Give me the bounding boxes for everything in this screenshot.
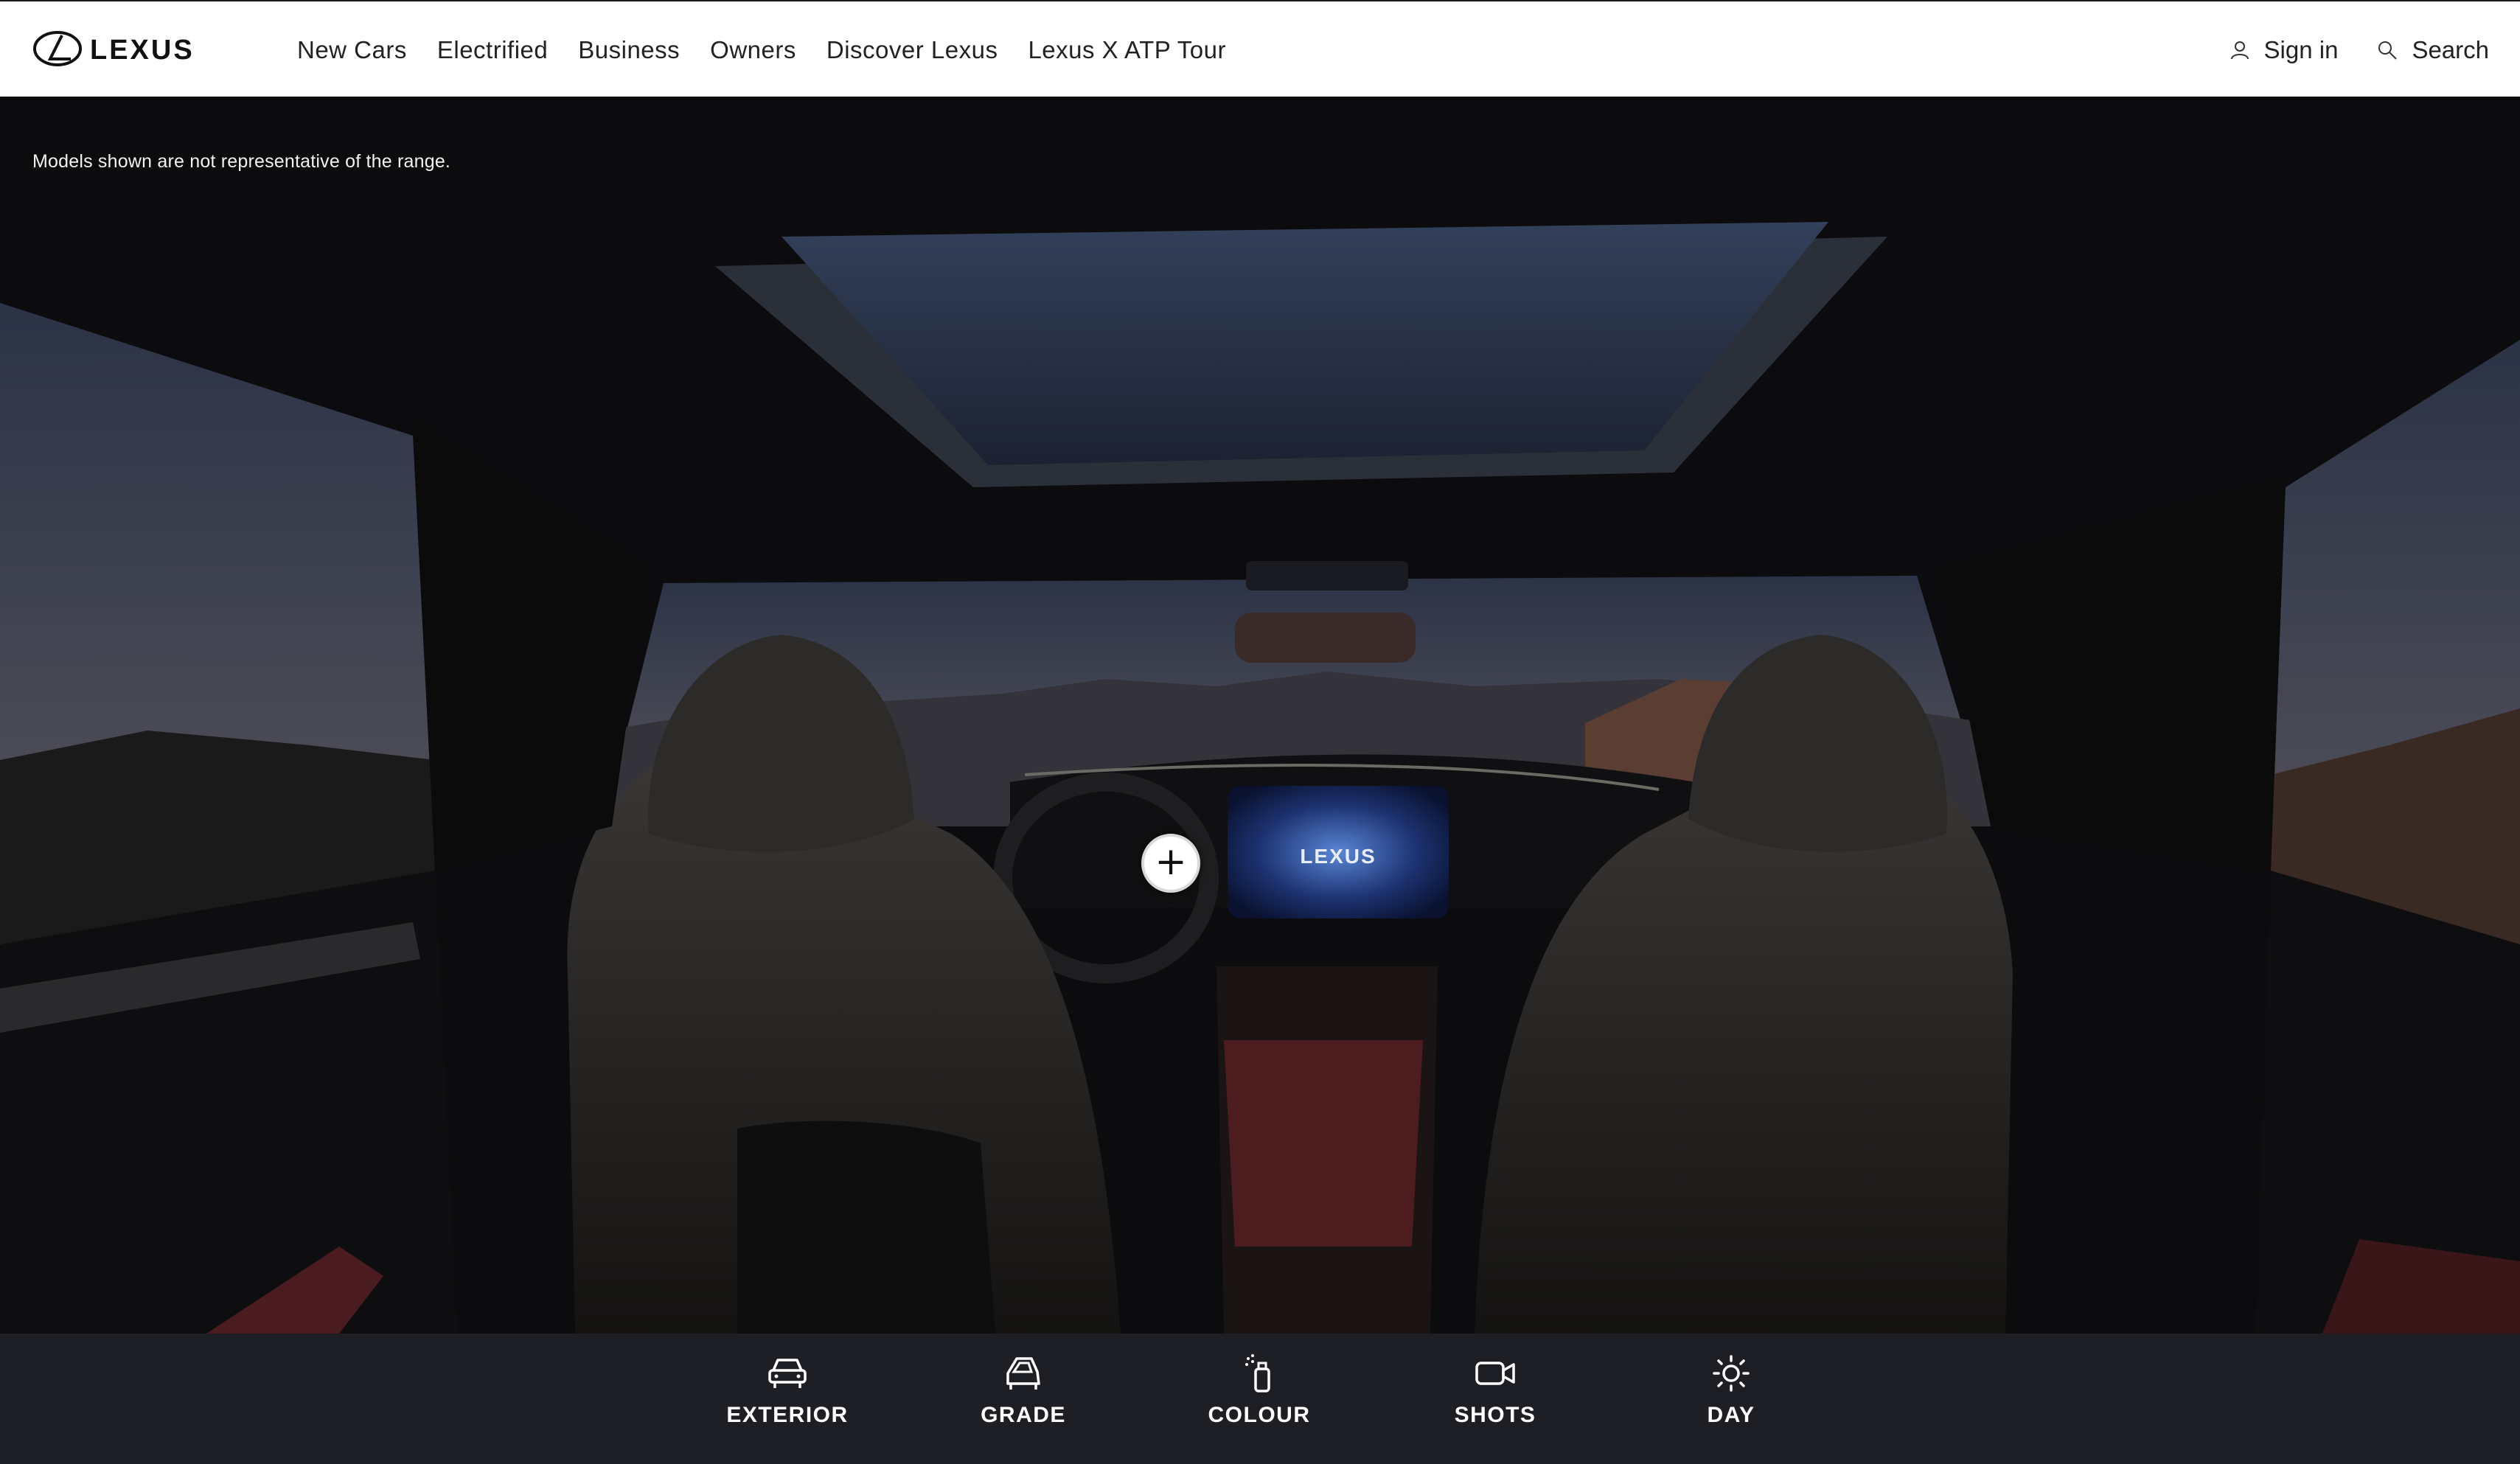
spray-paint-icon xyxy=(1245,1354,1270,1392)
main-nav: New Cars Electrified Business Owners Dis… xyxy=(297,1,1226,98)
exterior-label: EXTERIOR xyxy=(726,1403,849,1427)
colour-button[interactable]: COLOUR xyxy=(1186,1354,1333,1450)
nav-business[interactable]: Business xyxy=(578,36,680,64)
shots-button[interactable]: SHOTS xyxy=(1421,1354,1569,1450)
car-front-icon xyxy=(768,1359,807,1388)
colour-label: COLOUR xyxy=(1208,1403,1311,1427)
sun-icon xyxy=(1713,1355,1750,1392)
car-side-icon xyxy=(1006,1357,1040,1390)
car-interior-image: LEXUS xyxy=(0,97,2520,1334)
day-button[interactable]: DAY xyxy=(1657,1354,1805,1450)
search-icon xyxy=(2378,41,2398,60)
sign-in-button[interactable]: Sign in xyxy=(2229,35,2339,64)
nav-new-cars[interactable]: New Cars xyxy=(297,36,407,64)
exterior-button[interactable]: EXTERIOR xyxy=(714,1354,861,1450)
range-disclaimer: Models shown are not representative of t… xyxy=(32,151,451,172)
plus-icon: + xyxy=(1155,840,1187,884)
feature-hotspot-button[interactable]: + xyxy=(1141,834,1200,893)
grade-label: GRADE xyxy=(981,1403,1066,1427)
search-label: Search xyxy=(2412,35,2489,63)
user-icon xyxy=(2230,41,2249,59)
day-label: DAY xyxy=(1707,1403,1755,1427)
video-camera-icon xyxy=(1475,1362,1515,1385)
svg-text:LEXUS: LEXUS xyxy=(1300,845,1376,868)
nav-discover-lexus[interactable]: Discover Lexus xyxy=(826,36,998,64)
interior-viewer[interactable]: LEXUS Models shown are not representativ… xyxy=(0,97,2520,1334)
search-button[interactable]: Search xyxy=(2376,36,2489,64)
nav-electrified[interactable]: Electrified xyxy=(437,36,548,64)
nav-lexus-atp-tour[interactable]: Lexus X ATP Tour xyxy=(1028,36,1226,64)
svg-text:LEXUS: LEXUS xyxy=(90,35,195,66)
utility-nav: Sign in Search xyxy=(2229,1,2489,98)
lexus-logo[interactable]: LEXUS xyxy=(32,27,239,71)
site-header: LEXUS New Cars Electrified Business Owne… xyxy=(0,0,2520,97)
grade-button[interactable]: GRADE xyxy=(950,1354,1097,1450)
sign-in-label: Sign in xyxy=(2263,35,2339,63)
view-controls-bar: EXTERIOR GRADE COLOUR SHOTS DAY xyxy=(0,1334,2520,1464)
shots-label: SHOTS xyxy=(1454,1403,1536,1427)
nav-owners[interactable]: Owners xyxy=(710,36,796,64)
